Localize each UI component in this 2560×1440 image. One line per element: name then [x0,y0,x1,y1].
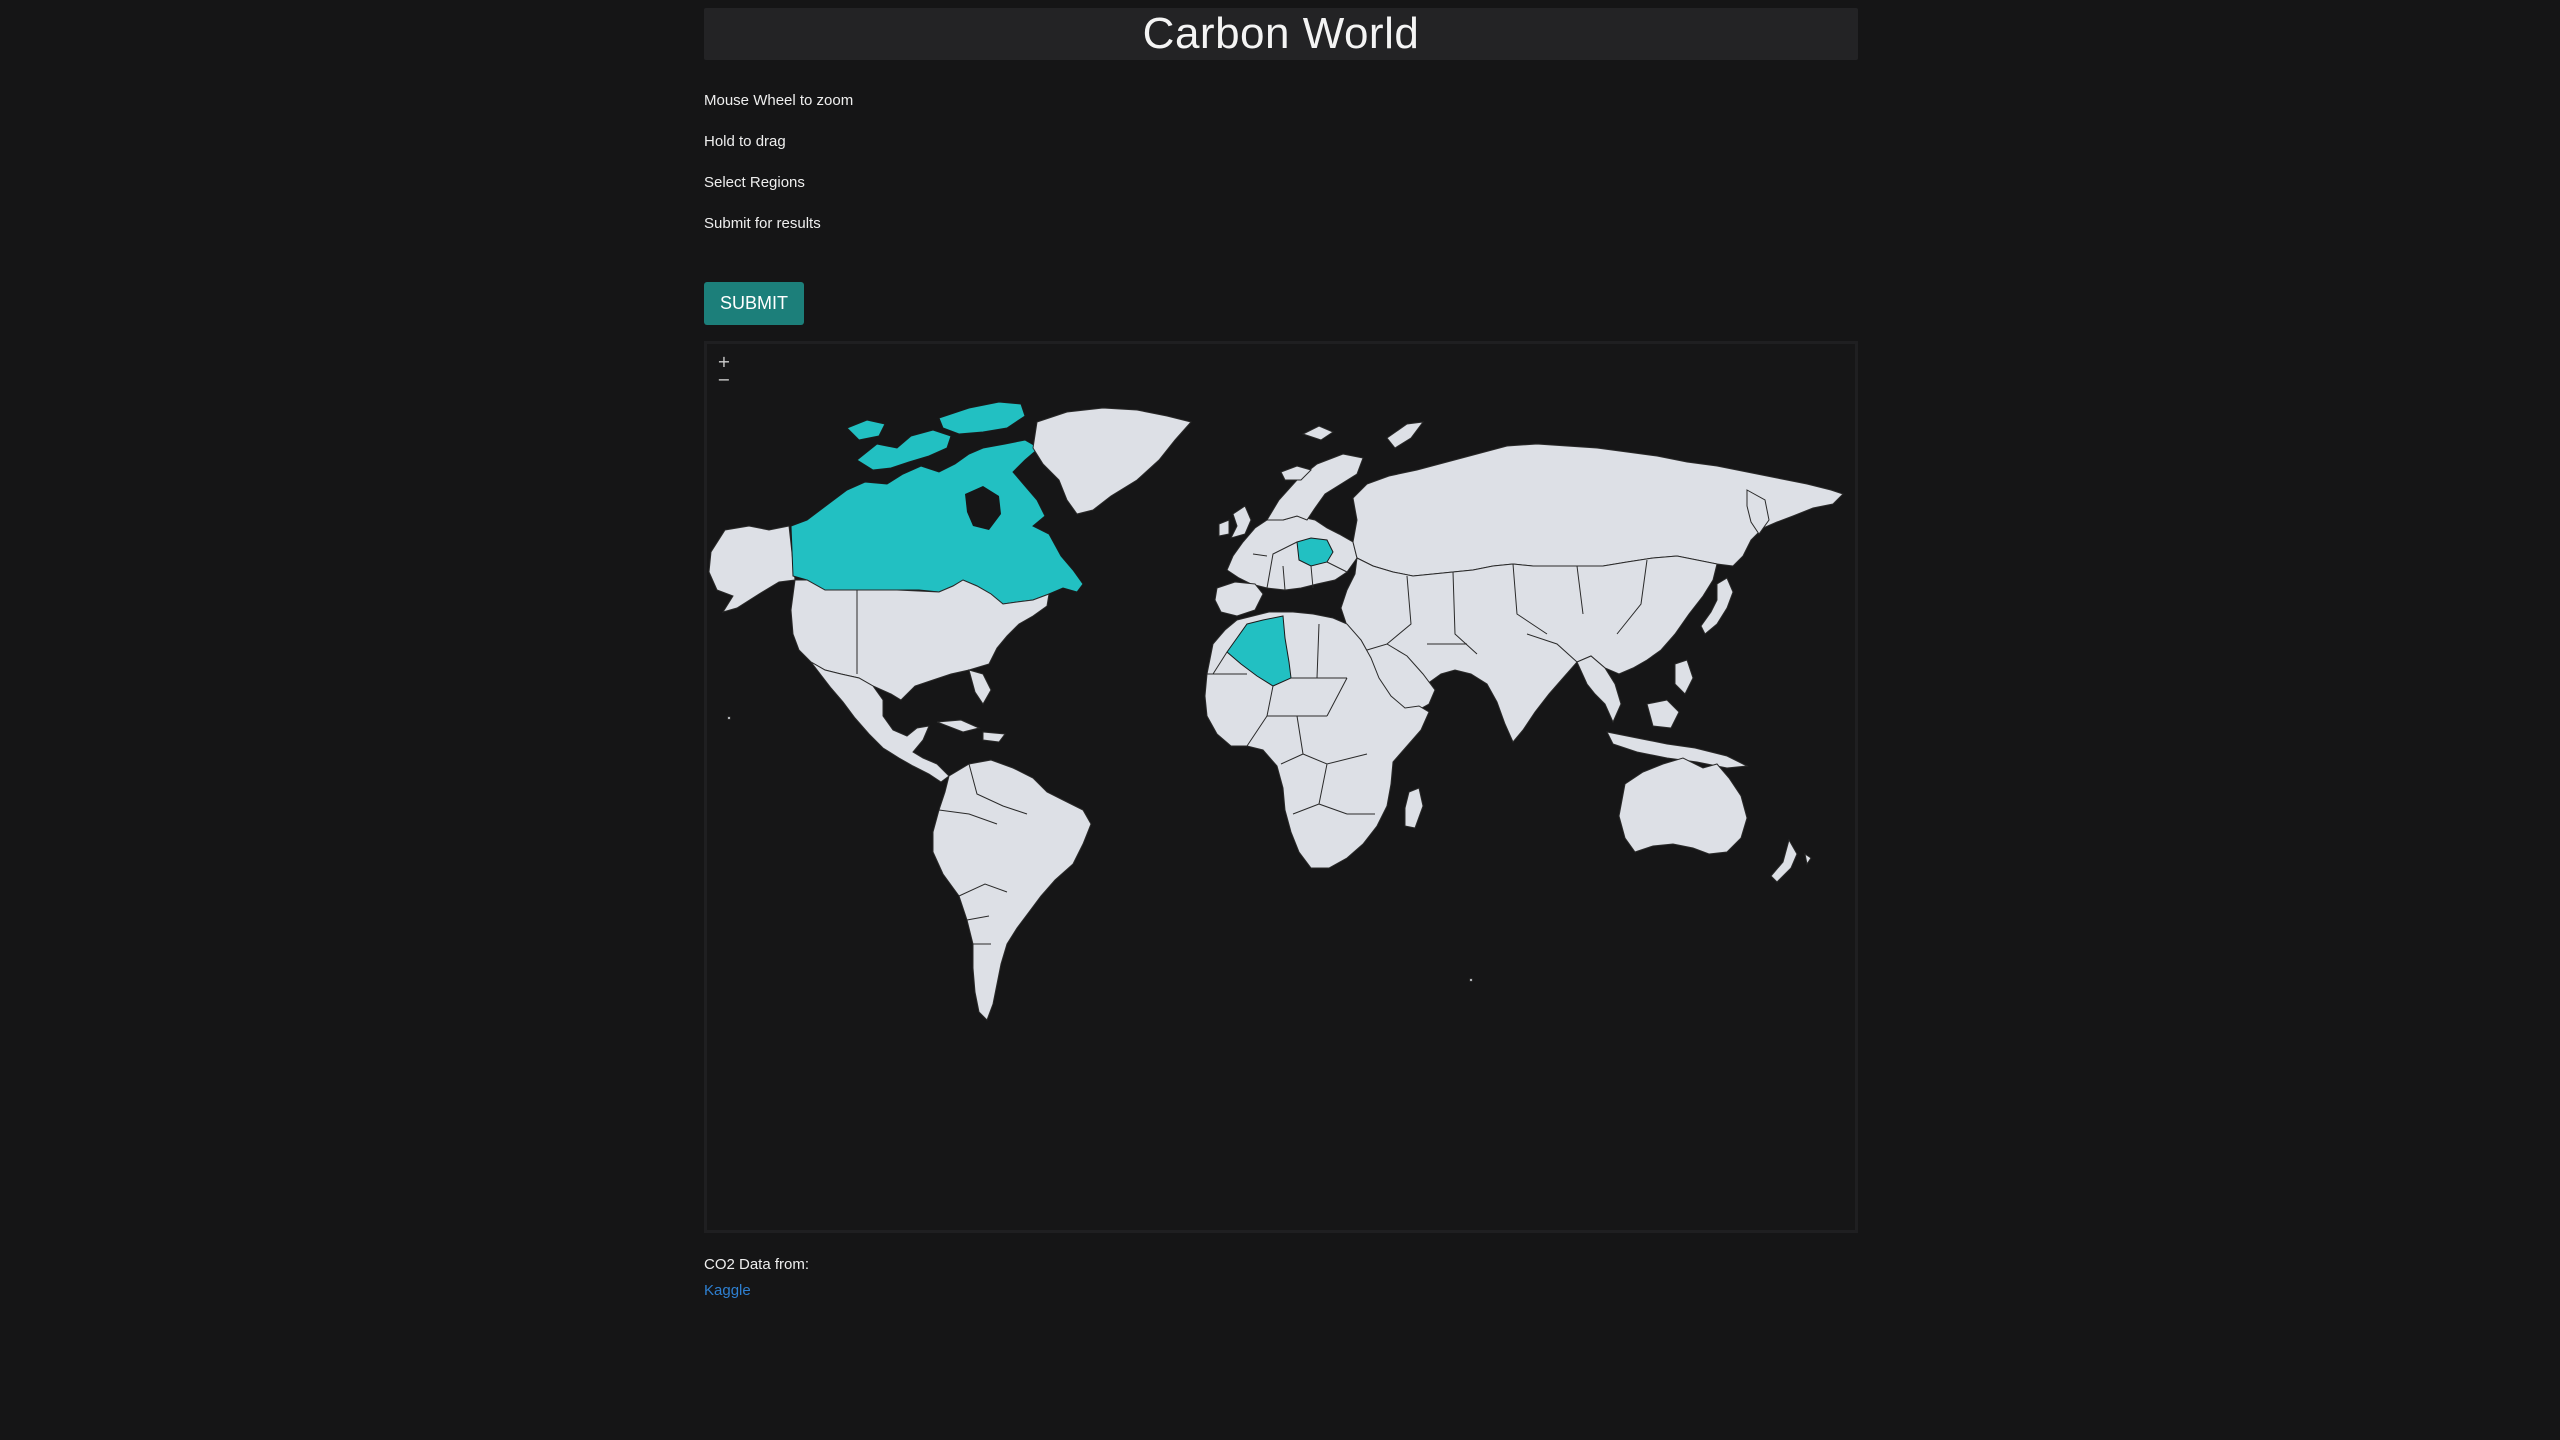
region-australia[interactable] [1618,757,1748,855]
region-canada[interactable] [790,439,1084,605]
instruction-submit: Submit for results [704,215,821,232]
instruction-drag: Hold to drag [704,133,786,150]
region-uk[interactable] [1230,505,1252,539]
zoom-out-button[interactable]: − [717,372,731,388]
region-florida[interactable] [968,669,992,705]
title-bar: Carbon World [704,8,1858,60]
region-ireland[interactable] [1218,519,1230,537]
world-map-canvas[interactable] [707,344,1855,1230]
page: Carbon World Mouse Wheel to zoom Hold to… [0,0,2560,1440]
region-canada-islands-2[interactable] [846,419,886,441]
main-container: Carbon World Mouse Wheel to zoom Hold to… [704,8,1858,325]
region-island[interactable] [1469,978,1473,982]
region-hawaii[interactable] [727,716,731,720]
footer: CO2 Data from: Kaggle [704,1256,809,1300]
region-iberia[interactable] [1214,581,1264,617]
instructions: Mouse Wheel to zoom Hold to drag Select … [704,92,1858,233]
region-scandinavia[interactable] [1266,453,1364,521]
data-source-label: CO2 Data from: [704,1256,810,1273]
region-alaska[interactable] [708,525,796,613]
region-novaya-zemlya[interactable] [1386,421,1425,449]
zoom-controls: + − [717,354,731,388]
region-svalbard[interactable] [1301,425,1335,441]
region-madagascar[interactable] [1404,787,1424,829]
region-cuba[interactable] [936,719,981,733]
instruction-select: Select Regions [704,174,805,191]
region-greenland[interactable] [1032,407,1192,515]
kaggle-link[interactable]: Kaggle [704,1282,751,1299]
region-philippines[interactable] [1674,659,1694,695]
region-south-america[interactable] [932,759,1092,1021]
region-new-zealand[interactable] [1770,838,1798,883]
region-canada-islands[interactable] [938,401,1026,435]
region-russia[interactable] [1352,443,1844,577]
region-hispaniola[interactable] [982,731,1006,743]
region-fiji[interactable] [1804,852,1812,866]
region-borneo[interactable] [1646,699,1680,729]
submit-button[interactable]: SUBMIT [704,282,805,325]
zoom-in-button[interactable]: + [717,354,731,370]
world-map[interactable]: + − [704,341,1858,1233]
page-title: Carbon World [1142,9,1420,58]
instruction-zoom: Mouse Wheel to zoom [704,92,854,109]
